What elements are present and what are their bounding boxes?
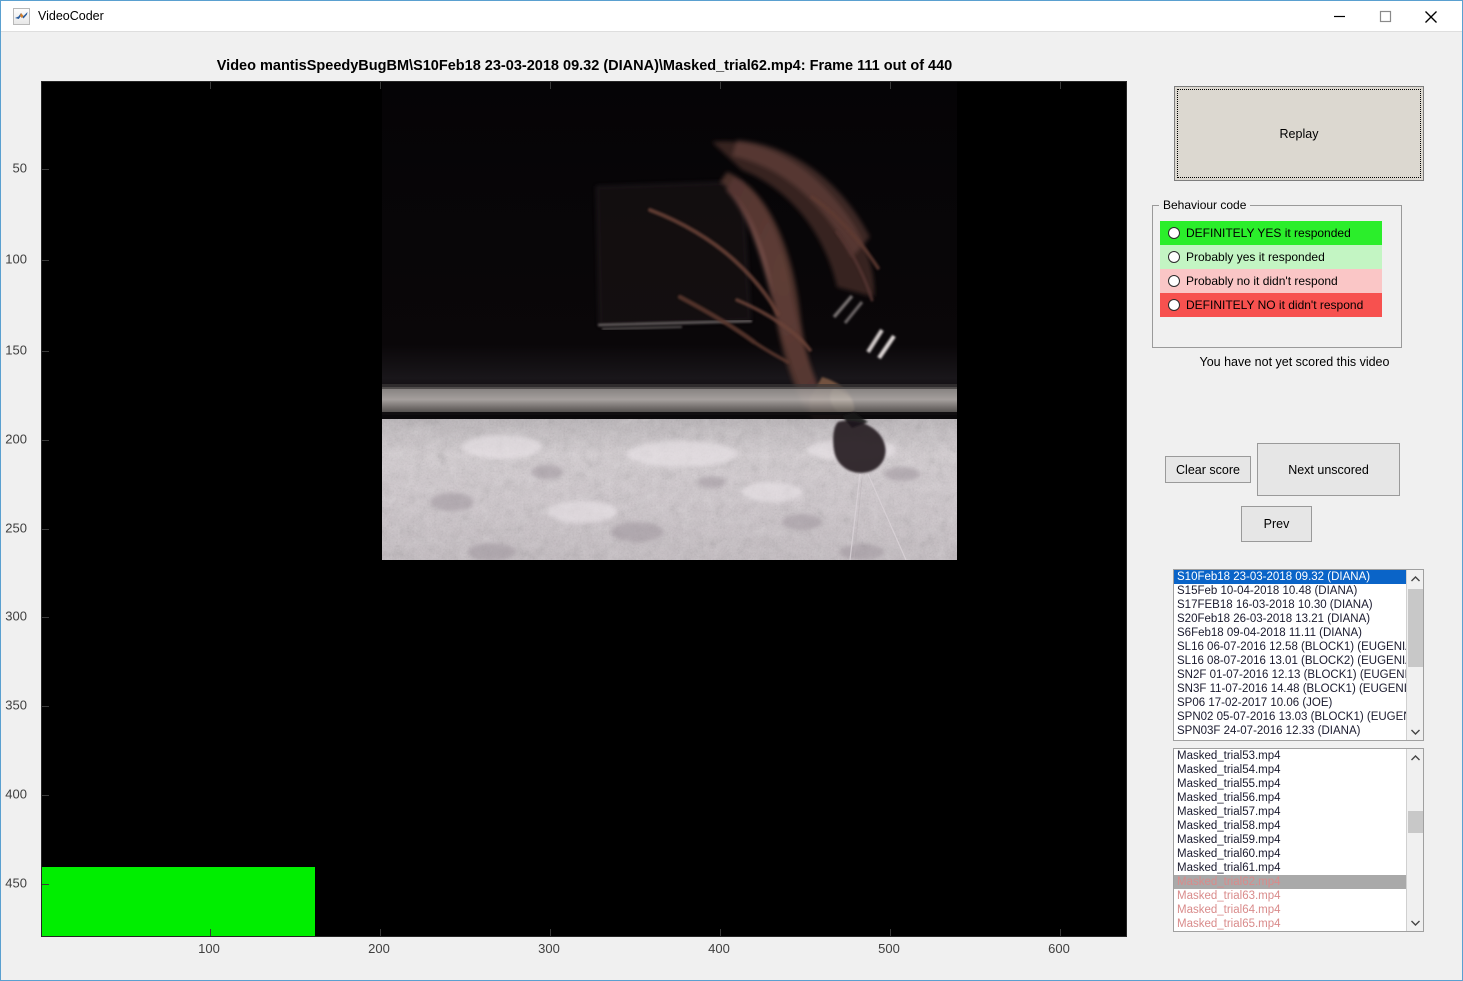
- y-tick-label: 400: [5, 786, 27, 802]
- scroll-down-icon[interactable]: [1407, 914, 1423, 931]
- session-list-item[interactable]: SPN03F 24-07-2016 12.33 (DIANA): [1174, 724, 1406, 738]
- video-list-item[interactable]: Masked_trial62.mp4: [1174, 875, 1406, 889]
- behaviour-option-label: Probably no it didn't respond: [1186, 274, 1338, 288]
- scroll-down-icon[interactable]: [1407, 723, 1423, 740]
- video-list-item[interactable]: Masked_trial65.mp4: [1174, 917, 1406, 931]
- clear-score-button[interactable]: Clear score: [1165, 456, 1251, 483]
- video-frame-image: [382, 82, 957, 560]
- minimize-button[interactable]: [1316, 1, 1362, 32]
- behaviour-option-label: DEFINITELY YES it responded: [1186, 226, 1351, 240]
- session-list-item[interactable]: S6Feb18 09-04-2018 11.11 (DIANA): [1174, 626, 1406, 640]
- scroll-up-icon[interactable]: [1407, 749, 1423, 766]
- behaviour-option-label: Probably yes it responded: [1186, 250, 1325, 264]
- radio-icon[interactable]: [1168, 227, 1180, 239]
- prev-button-label: Prev: [1263, 517, 1290, 531]
- y-tick-label: 50: [12, 160, 27, 176]
- session-list-item[interactable]: S20Feb18 26-03-2018 13.21 (DIANA): [1174, 612, 1406, 626]
- behaviour-code-options: DEFINITELY YES it responded Probably yes…: [1160, 221, 1382, 317]
- title-bar: VideoCoder: [1, 1, 1462, 32]
- session-list-item[interactable]: SL16 06-07-2016 12.58 (BLOCK1) (EUGENIA): [1174, 640, 1406, 654]
- session-list-item[interactable]: SN3F 11-07-2016 14.48 (BLOCK1) (EUGENIA): [1174, 682, 1406, 696]
- radio-icon[interactable]: [1168, 251, 1180, 263]
- video-list-item[interactable]: Masked_trial55.mp4: [1174, 777, 1406, 791]
- playback-progress-bar: [42, 867, 315, 936]
- x-axis-tick-labels: 100 200 300 400 500 600: [41, 941, 1127, 961]
- y-tick-label: 200: [5, 431, 27, 447]
- session-list-item[interactable]: SPN02 05-07-2016 13.03 (BLOCK1) (EUGENIA…: [1174, 710, 1406, 724]
- y-tick-label: 150: [5, 342, 27, 358]
- video-list-item[interactable]: Masked_trial57.mp4: [1174, 805, 1406, 819]
- video-listbox[interactable]: Masked_trial53.mp4 Masked_trial54.mp4 Mask…: [1173, 748, 1424, 932]
- session-list-item[interactable]: SP06 17-02-2017 10.06 (JOE): [1174, 696, 1406, 710]
- clear-score-button-label: Clear score: [1176, 462, 1240, 477]
- y-tick-label: 300: [5, 608, 27, 624]
- behaviour-option-probably-no[interactable]: Probably no it didn't respond: [1160, 269, 1382, 293]
- session-list-item[interactable]: S15Feb 10-04-2018 10.48 (DIANA): [1174, 584, 1406, 598]
- video-list-item[interactable]: Masked_trial54.mp4: [1174, 763, 1406, 777]
- session-list-item[interactable]: SL16 08-07-2016 13.01 (BLOCK2) (EUGENIA): [1174, 654, 1406, 668]
- x-tick-label: 600: [1048, 941, 1070, 956]
- video-list-item[interactable]: Masked_trial56.mp4: [1174, 791, 1406, 805]
- session-list-item[interactable]: SN2F 01-07-2016 12.13 (BLOCK1) (EUGENIA): [1174, 668, 1406, 682]
- y-tick-label: 250: [5, 520, 27, 536]
- behaviour-option-definitely-yes[interactable]: DEFINITELY YES it responded: [1160, 221, 1382, 245]
- matlab-icon: [13, 8, 30, 25]
- scroll-thumb[interactable]: [1408, 589, 1423, 667]
- behaviour-code-legend: Behaviour code: [1159, 198, 1251, 212]
- video-list-item[interactable]: Masked_trial63.mp4: [1174, 889, 1406, 903]
- scroll-up-icon[interactable]: [1407, 570, 1423, 587]
- session-list-item[interactable]: S10Feb18 23-03-2018 09.32 (DIANA): [1174, 570, 1406, 584]
- radio-icon[interactable]: [1168, 275, 1180, 287]
- session-list-items[interactable]: S10Feb18 23-03-2018 09.32 (DIANA) S15Feb …: [1174, 570, 1406, 740]
- focus-ring: [1177, 89, 1421, 178]
- x-tick-label: 400: [708, 941, 730, 956]
- behaviour-option-probably-yes[interactable]: Probably yes it responded: [1160, 245, 1382, 269]
- next-unscored-button-label: Next unscored: [1288, 462, 1369, 477]
- x-tick-label: 300: [538, 941, 560, 956]
- session-list-scrollbar[interactable]: [1406, 570, 1423, 740]
- session-listbox[interactable]: S10Feb18 23-03-2018 09.32 (DIANA) S15Feb …: [1173, 569, 1424, 741]
- window-title: VideoCoder: [38, 9, 104, 23]
- close-button[interactable]: [1408, 1, 1454, 32]
- x-tick-label: 100: [198, 941, 220, 956]
- behaviour-option-label: DEFINITELY NO it didn't respond: [1186, 298, 1364, 312]
- score-status-text: You have not yet scored this video: [1199, 355, 1390, 369]
- video-list-item[interactable]: Masked_trial59.mp4: [1174, 833, 1406, 847]
- maximize-button[interactable]: [1362, 1, 1408, 32]
- y-axis-tick-labels: 50 100 150 200 250 300 350 400 450: [1, 81, 35, 937]
- x-tick-label: 500: [878, 941, 900, 956]
- video-list-scrollbar[interactable]: [1406, 749, 1423, 931]
- next-unscored-button[interactable]: Next unscored: [1257, 443, 1400, 496]
- replay-button[interactable]: Replay: [1174, 86, 1424, 181]
- video-list-item[interactable]: Masked_trial53.mp4: [1174, 749, 1406, 763]
- radio-icon[interactable]: [1168, 299, 1180, 311]
- scroll-thumb[interactable]: [1408, 811, 1423, 833]
- figure-title: Video mantisSpeedyBugBM\S10Feb18 23-03-2…: [216, 58, 953, 74]
- video-list-item[interactable]: Masked_trial58.mp4: [1174, 819, 1406, 833]
- video-list-item[interactable]: Masked_trial61.mp4: [1174, 861, 1406, 875]
- video-axes[interactable]: [41, 81, 1127, 937]
- video-list-items[interactable]: Masked_trial53.mp4 Masked_trial54.mp4 Mask…: [1174, 749, 1406, 931]
- x-tick-label: 200: [368, 941, 390, 956]
- y-tick-label: 100: [5, 251, 27, 267]
- video-list-item[interactable]: Masked_trial60.mp4: [1174, 847, 1406, 861]
- behaviour-option-definitely-no[interactable]: DEFINITELY NO it didn't respond: [1160, 293, 1382, 317]
- y-tick-label: 350: [5, 697, 27, 713]
- session-list-item[interactable]: S17FEB18 16-03-2018 10.30 (DIANA): [1174, 598, 1406, 612]
- prev-button[interactable]: Prev: [1241, 506, 1312, 542]
- videocoder-window: VideoCoder Video mantisSpeedyBugBM\S10Fe…: [0, 0, 1463, 981]
- video-list-item[interactable]: Masked_trial64.mp4: [1174, 903, 1406, 917]
- y-tick-label: 450: [5, 875, 27, 891]
